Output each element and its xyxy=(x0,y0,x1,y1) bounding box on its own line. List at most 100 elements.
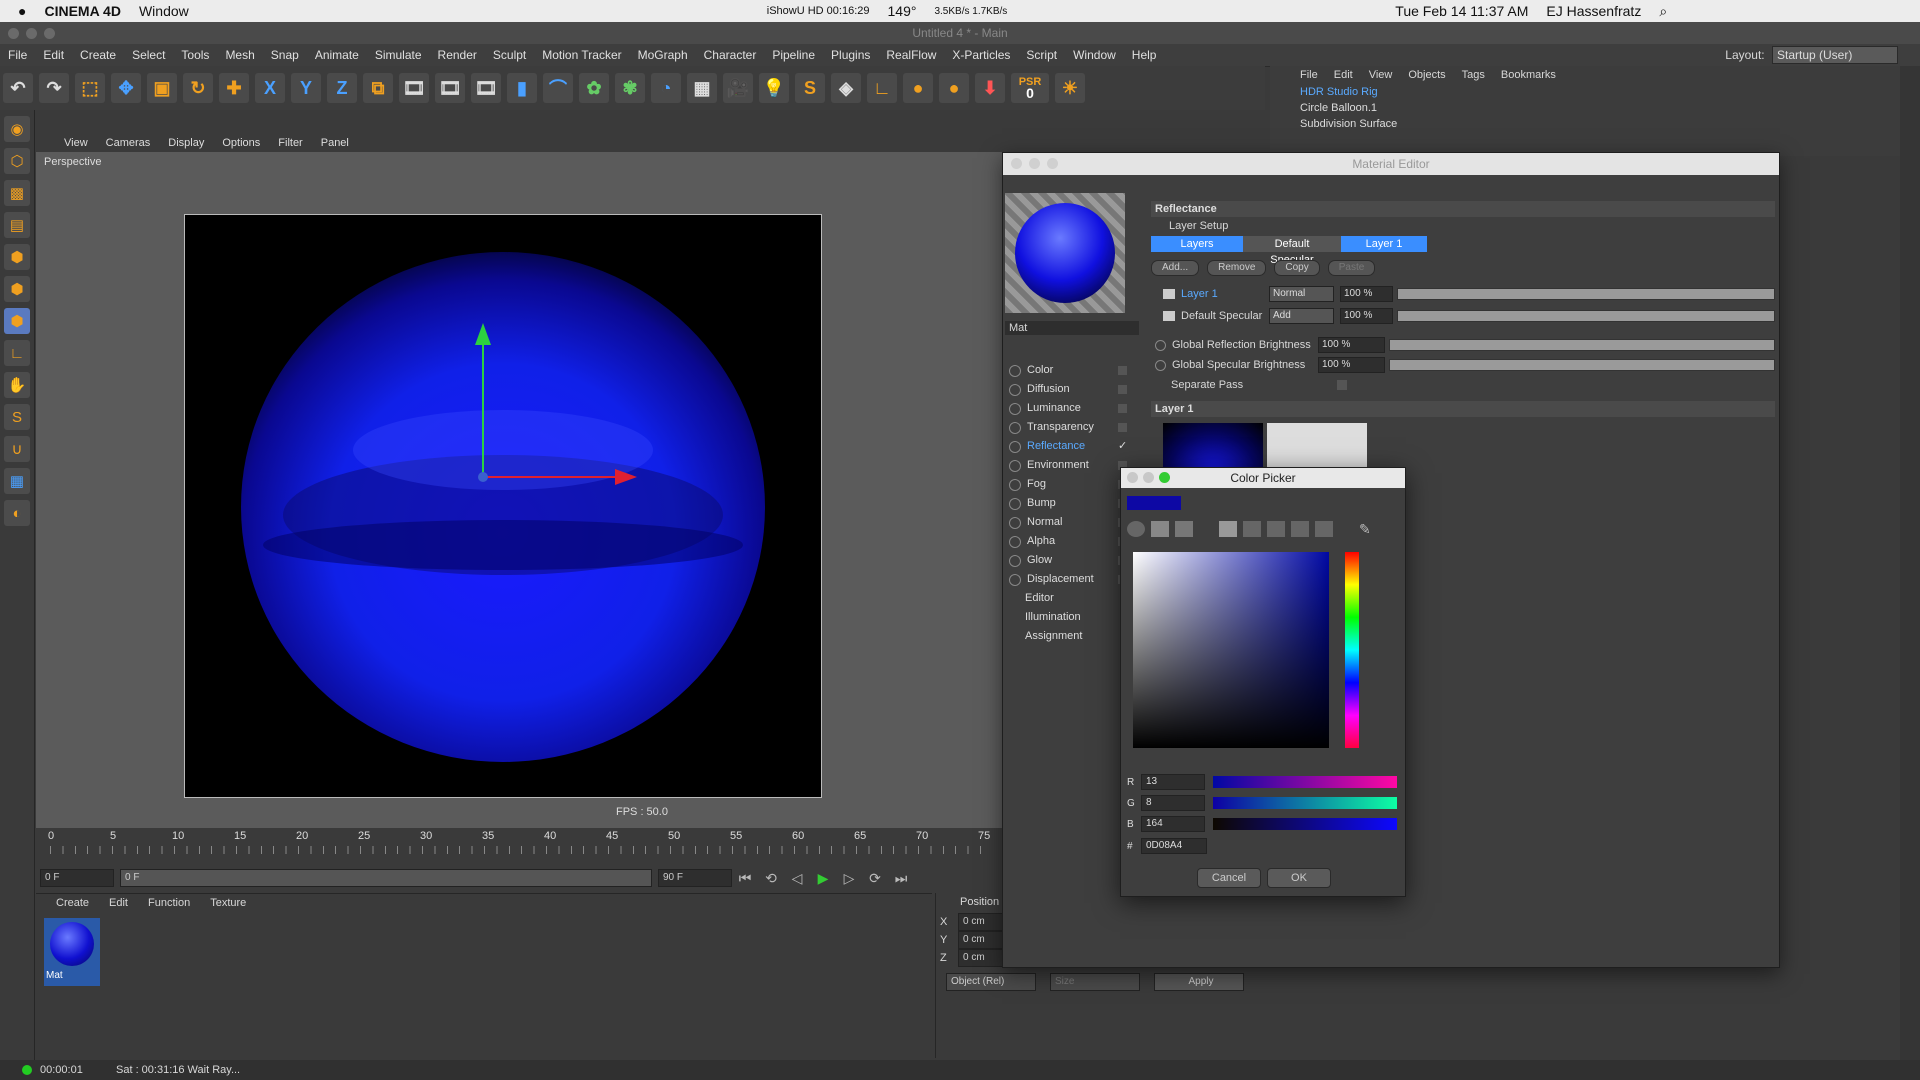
deformer-icon[interactable]: ◔ xyxy=(651,73,681,103)
coord-mode-dropdown[interactable]: Object (Rel) xyxy=(946,973,1036,991)
zoom-window-button[interactable] xyxy=(1047,158,1058,169)
sculpt-icon[interactable]: ● xyxy=(903,73,933,103)
channel-checkbox[interactable] xyxy=(1118,366,1127,375)
axis-mode-icon[interactable]: ∟ xyxy=(4,340,30,366)
blue-field[interactable]: 164 xyxy=(1141,816,1205,832)
magnet-icon[interactable]: ∪ xyxy=(4,436,30,462)
render-view-icon[interactable]: 🎞 xyxy=(399,73,429,103)
snapping-icon[interactable]: S xyxy=(4,404,30,430)
coord-size-dropdown[interactable]: Size xyxy=(1050,973,1140,991)
vp-menu-cameras[interactable]: Cameras xyxy=(97,134,160,152)
om-menu-edit[interactable]: Edit xyxy=(1326,66,1361,84)
app-menu[interactable]: CINEMA 4D xyxy=(44,3,121,19)
live-selection-icon[interactable]: ⬚ xyxy=(75,73,105,103)
redo-icon[interactable]: ↷ xyxy=(39,73,69,103)
minimize-window-button[interactable] xyxy=(1143,472,1154,483)
spline-icon[interactable]: ⌒ xyxy=(543,73,573,103)
menu-file[interactable]: File xyxy=(0,44,35,66)
menu-tools[interactable]: Tools xyxy=(173,44,217,66)
mograph-icon[interactable]: ✾ xyxy=(615,73,645,103)
global-specular-slider[interactable] xyxy=(1389,359,1775,371)
axis-icon[interactable]: ∟ xyxy=(867,73,897,103)
material-preview[interactable] xyxy=(1005,193,1125,313)
max-frame-field[interactable]: 90 F xyxy=(658,869,732,887)
om-menu-file[interactable]: File xyxy=(1270,66,1326,84)
menu-sculpt[interactable]: Sculpt xyxy=(485,44,534,66)
layer-strength-field[interactable]: 100 % xyxy=(1340,308,1393,324)
layer-visibility-icon[interactable] xyxy=(1163,289,1175,299)
s-plugin-icon[interactable]: S xyxy=(795,73,825,103)
camera-icon[interactable]: 🎥 xyxy=(723,73,753,103)
vp-menu-display[interactable]: Display xyxy=(159,134,213,152)
rgb-mode-icon[interactable] xyxy=(1219,521,1237,537)
om-menu-bookmarks[interactable]: Bookmarks xyxy=(1493,66,1564,84)
menu-help[interactable]: Help xyxy=(1124,44,1165,66)
red-field[interactable]: 13 xyxy=(1141,774,1205,790)
menu-plugins[interactable]: Plugins xyxy=(823,44,878,66)
layout-selector[interactable]: Layout: Startup (User) xyxy=(1725,46,1898,64)
material-name-field[interactable]: Mat xyxy=(1005,321,1139,335)
search-icon[interactable]: ⌕ xyxy=(1659,3,1667,20)
animate-radio[interactable] xyxy=(1155,359,1166,371)
undo-icon[interactable]: ↶ xyxy=(3,73,33,103)
hsv-mode-icon[interactable] xyxy=(1243,521,1261,537)
cube-primitive-icon[interactable]: ▮ xyxy=(507,73,537,103)
cancel-button[interactable]: Cancel xyxy=(1197,868,1261,888)
spectrum-icon[interactable] xyxy=(1151,521,1169,537)
add-object-icon[interactable]: ✚ xyxy=(219,73,249,103)
channel-luminance[interactable]: Luminance xyxy=(1003,399,1145,418)
hue-slider[interactable] xyxy=(1345,552,1359,748)
edges-mode-icon[interactable]: ⬢ xyxy=(4,276,30,302)
close-window-button[interactable] xyxy=(8,28,19,39)
layer-row-layer-1[interactable]: Layer 1 Normal 100 % xyxy=(1151,283,1775,305)
psr-button[interactable]: PSR 0 xyxy=(1011,73,1049,103)
ok-button[interactable]: OK xyxy=(1267,868,1331,888)
go-to-end-icon[interactable]: ⏭ xyxy=(891,868,911,888)
channel-checkmark-icon[interactable]: ✓ xyxy=(1118,441,1127,452)
layout-dropdown[interactable]: Startup (User) xyxy=(1772,46,1898,64)
menu-pipeline[interactable]: Pipeline xyxy=(764,44,823,66)
polygons-mode-icon[interactable]: ⬢ xyxy=(4,308,30,334)
menu-snap[interactable]: Snap xyxy=(263,44,307,66)
render-region[interactable] xyxy=(184,214,822,798)
mm-menu-create[interactable]: Create xyxy=(36,894,99,912)
coords-apply-button[interactable]: Apply xyxy=(1154,973,1244,991)
material-swatch-mat[interactable]: Mat xyxy=(44,918,100,986)
render-settings-icon[interactable]: 🎞 xyxy=(471,73,501,103)
minimize-window-button[interactable] xyxy=(1029,158,1040,169)
saturation-value-square[interactable] xyxy=(1133,552,1329,748)
play-icon[interactable]: ▶ xyxy=(813,868,833,888)
menu-mograph[interactable]: MoGraph xyxy=(630,44,696,66)
menu-script[interactable]: Script xyxy=(1018,44,1065,66)
coordinate-system-icon[interactable]: ⧉ xyxy=(363,73,393,103)
light-icon[interactable]: 💡 xyxy=(759,73,789,103)
floor-icon[interactable]: ▦ xyxy=(687,73,717,103)
blue-slider[interactable] xyxy=(1213,818,1397,830)
generator-icon[interactable]: ✿ xyxy=(579,73,609,103)
layer-mode-dropdown[interactable]: Add xyxy=(1269,308,1334,324)
lock-icon[interactable]: ◐ xyxy=(4,500,30,526)
side-tab-strip[interactable] xyxy=(1900,66,1920,1060)
green-slider[interactable] xyxy=(1213,797,1397,809)
vp-menu-options[interactable]: Options xyxy=(213,134,269,152)
mm-menu-function[interactable]: Function xyxy=(138,894,200,912)
animate-radio[interactable] xyxy=(1155,339,1166,351)
window-menu[interactable]: Window xyxy=(139,3,189,19)
channel-reflectance[interactable]: Reflectance ✓ xyxy=(1003,437,1145,456)
vp-menu-view[interactable]: View xyxy=(36,134,97,152)
channel-checkbox[interactable] xyxy=(1118,404,1127,413)
model-mode-icon[interactable]: ⬡ xyxy=(4,148,30,174)
move-tool-icon[interactable]: ✥ xyxy=(111,73,141,103)
menu-motion-tracker[interactable]: Motion Tracker xyxy=(534,44,629,66)
global-reflection-slider[interactable] xyxy=(1389,339,1775,351)
hex-field[interactable]: 0D08A4 xyxy=(1141,838,1207,854)
channel-transparency[interactable]: Transparency xyxy=(1003,418,1145,437)
next-frame-icon[interactable]: ▷ xyxy=(839,868,859,888)
global-specular-field[interactable]: 100 % xyxy=(1318,357,1385,373)
channel-checkbox[interactable] xyxy=(1118,385,1127,394)
layer-strength-slider[interactable] xyxy=(1397,288,1775,300)
object-row-hdr-studio-rig[interactable]: HDR Studio Rig xyxy=(1270,84,1900,100)
menu-create[interactable]: Create xyxy=(72,44,124,66)
global-reflection-field[interactable]: 100 % xyxy=(1318,337,1385,353)
menu-edit[interactable]: Edit xyxy=(35,44,72,66)
